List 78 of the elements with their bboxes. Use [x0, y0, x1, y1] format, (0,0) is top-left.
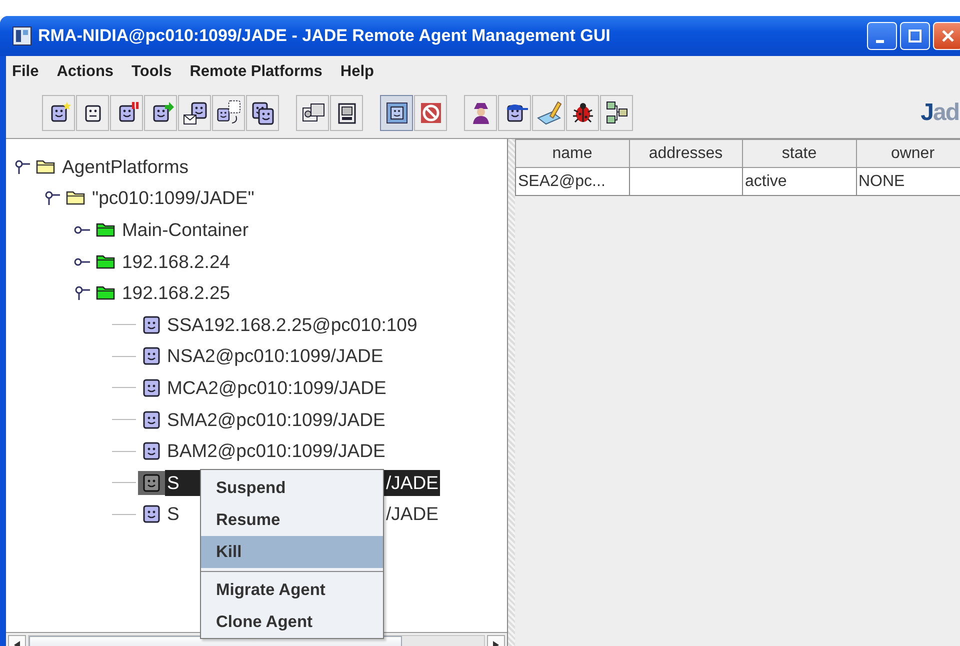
tree-item[interactable]: Main-Container — [120, 216, 250, 243]
minimize-icon — [876, 40, 884, 42]
tree-connector-line — [112, 450, 136, 452]
toolbar-button[interactable] — [566, 95, 599, 131]
menu-item[interactable]: Clone Agent — [201, 606, 383, 638]
agent-face-icon — [142, 505, 161, 524]
two-faces-icon — [216, 100, 242, 126]
agent-face-icon — [142, 442, 161, 460]
toolbar-button[interactable] — [42, 95, 75, 131]
window-title: RMA-NIDIA@pc010:1099/JADE - JADE Remote Agent Management GUI — [38, 25, 610, 48]
folder-icon — [36, 158, 56, 176]
menu-item[interactable]: Actions — [56, 60, 114, 84]
table-cell: NONE — [856, 168, 960, 196]
toolbar-button[interactable] — [498, 95, 531, 131]
column-header[interactable]: addresses — [629, 140, 742, 168]
maximize-button[interactable] — [900, 22, 930, 50]
column-header[interactable]: owner — [856, 140, 960, 168]
pencil-paper-icon — [536, 100, 562, 126]
toolbar-button[interactable] — [296, 95, 329, 131]
agent-face-icon — [142, 410, 161, 429]
folder-icon — [96, 220, 116, 239]
two-faces-icon — [250, 100, 276, 126]
toolbar-button[interactable] — [380, 95, 413, 131]
tree-item[interactable]: BAM2@pc010:1099/JADE — [165, 438, 388, 464]
network-icon — [604, 100, 630, 126]
agent-face-icon — [142, 474, 161, 492]
menu-item[interactable]: Help — [340, 60, 374, 84]
menu-item[interactable]: Remote Platforms — [190, 60, 322, 84]
agent-face-icon — [142, 347, 161, 366]
menu-item[interactable]: Suspend — [201, 472, 383, 504]
column-header[interactable]: name — [516, 140, 629, 168]
toolbar-button[interactable] — [330, 95, 363, 131]
menu-item[interactable]: Kill — [201, 536, 383, 568]
column-header[interactable]: state — [742, 140, 856, 168]
expanded-handle-icon[interactable] — [44, 191, 60, 206]
toolbar-button[interactable] — [600, 95, 633, 131]
tree-item[interactable]: NSA2@pc010:1099/JADE — [165, 343, 386, 370]
tree-item[interactable]: AgentPlatforms — [60, 154, 190, 180]
menu-item[interactable]: Migrate Agent — [201, 574, 383, 606]
toolbar-button[interactable] — [246, 95, 279, 131]
tree-item[interactable]: "pc010:1099/JADE" — [90, 185, 256, 212]
menu-item[interactable]: Resume — [201, 504, 383, 536]
toolbar-button[interactable] — [178, 95, 211, 131]
tree-connector-line — [112, 356, 136, 357]
tree-connector-line — [112, 419, 136, 420]
menu-item[interactable]: Tools — [132, 60, 172, 84]
minimize-button[interactable] — [867, 22, 897, 50]
tree-item[interactable]: SSA192.168.2.25@pc010:109 — [165, 312, 420, 338]
table-cell: active — [742, 168, 856, 196]
toolbar-button[interactable] — [76, 95, 109, 131]
tree-connector-line — [112, 482, 136, 484]
screen-face-icon — [384, 100, 410, 126]
folder-icon — [96, 284, 116, 302]
close-icon — [941, 29, 955, 43]
tree-item[interactable]: SMA2@pc010:1099/JADE — [165, 406, 388, 433]
tree-item[interactable]: 192.168.2.24 — [120, 248, 232, 275]
toolbar-button[interactable] — [212, 95, 245, 131]
app-icon — [12, 26, 32, 46]
tree-item[interactable]: 192.168.2.25 — [120, 280, 232, 306]
toolbar-button[interactable] — [110, 95, 143, 131]
agent-face-icon — [142, 378, 161, 397]
toolbar-button[interactable] — [144, 95, 177, 131]
toolbar-button[interactable] — [464, 95, 497, 131]
close-button[interactable] — [933, 22, 960, 50]
logo-text: Jad — [920, 101, 959, 125]
table-cell: SEA2@pc... — [516, 168, 629, 196]
face-envelope-icon — [182, 100, 208, 126]
expanded-handle-icon[interactable] — [74, 286, 90, 300]
folder-icon — [66, 189, 86, 208]
tree-connector-line — [112, 514, 136, 515]
folder-icon — [96, 252, 116, 271]
expanded-handle-icon[interactable] — [14, 160, 30, 174]
menu-item[interactable]: File — [12, 60, 39, 84]
tree-connector-line — [112, 387, 136, 388]
agent-face-icon — [142, 316, 161, 334]
tree-connector-line — [112, 324, 136, 326]
tree-item[interactable]: MCA2@pc010:1099/JADE — [165, 374, 388, 401]
maximize-icon — [908, 29, 922, 43]
